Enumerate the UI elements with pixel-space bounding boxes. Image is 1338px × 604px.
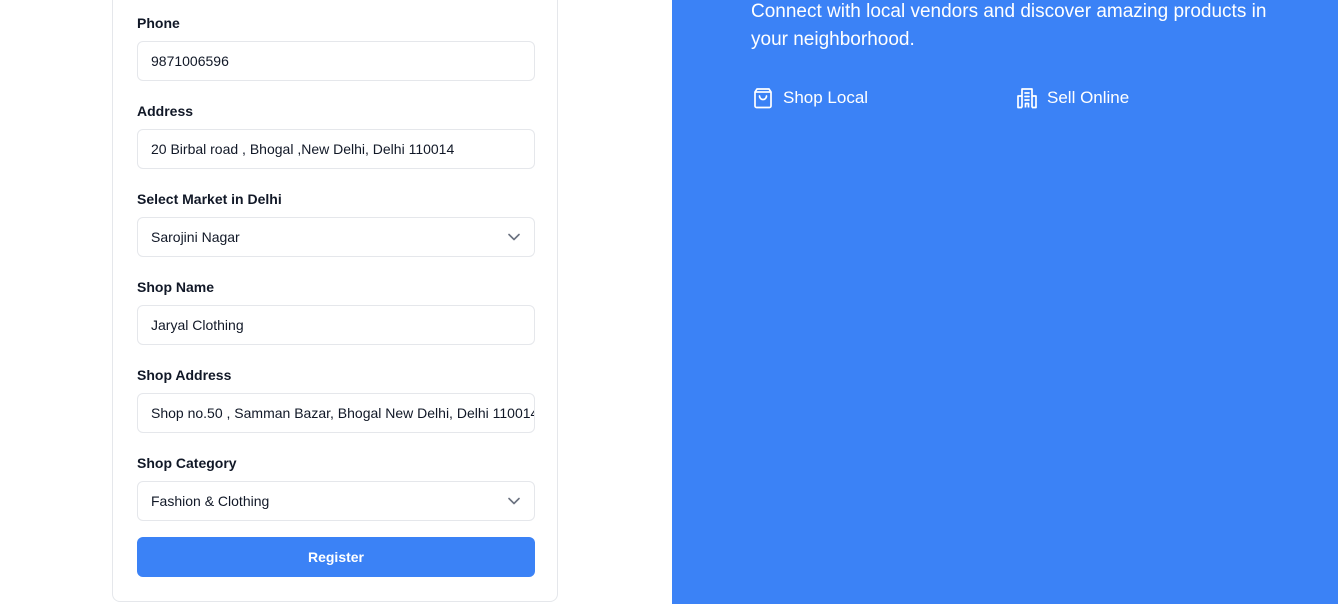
shop-name-label: Shop Name <box>137 279 215 295</box>
market-value: Sarojini Nagar <box>151 229 240 245</box>
feature-shop-local: Shop Local <box>751 86 868 110</box>
market-label: Select Market in Delhi <box>137 191 282 207</box>
register-button[interactable]: Register <box>137 537 535 577</box>
shop-category-label: Shop Category <box>137 455 237 471</box>
address-label: Address <box>137 103 194 119</box>
market-select[interactable]: Sarojini Nagar <box>137 217 535 257</box>
address-field[interactable]: 20 Birbal road , Bhogal ,New Delhi, Delh… <box>137 129 535 169</box>
phone-value: 9871006596 <box>151 53 229 69</box>
feature-sell-online-label: Sell Online <box>1047 88 1130 107</box>
phone-field[interactable]: 9871006596 <box>137 41 535 81</box>
hero-tagline: Connect with local vendors and discover … <box>751 1 1267 50</box>
hero-panel: Connect with local vendors and discover … <box>672 0 1338 604</box>
shop-category-select[interactable]: Fashion & Clothing <box>137 481 535 521</box>
shopping-bag-icon <box>754 88 772 109</box>
chevron-down-icon <box>508 497 520 505</box>
feature-shop-local-label: Shop Local <box>783 88 869 107</box>
phone-label: Phone <box>137 15 180 31</box>
shop-address-value: Shop no.50 , Samman Bazar, Bhogal New De… <box>151 405 535 421</box>
shop-address-label: Shop Address <box>137 367 232 383</box>
feature-sell-online: Sell Online <box>1015 86 1129 110</box>
shop-name-value: Jaryal Clothing <box>151 317 244 333</box>
chevron-down-icon <box>508 233 520 241</box>
building-icon <box>1017 88 1037 109</box>
shop-category-value: Fashion & Clothing <box>151 493 270 509</box>
address-value: 20 Birbal road , Bhogal ,New Delhi, Delh… <box>151 141 455 157</box>
registration-pane: Phone 9871006596 Address 20 Birbal road … <box>0 0 672 604</box>
shop-address-field[interactable]: Shop no.50 , Samman Bazar, Bhogal New De… <box>137 393 535 433</box>
shop-name-field[interactable]: Jaryal Clothing <box>137 305 535 345</box>
